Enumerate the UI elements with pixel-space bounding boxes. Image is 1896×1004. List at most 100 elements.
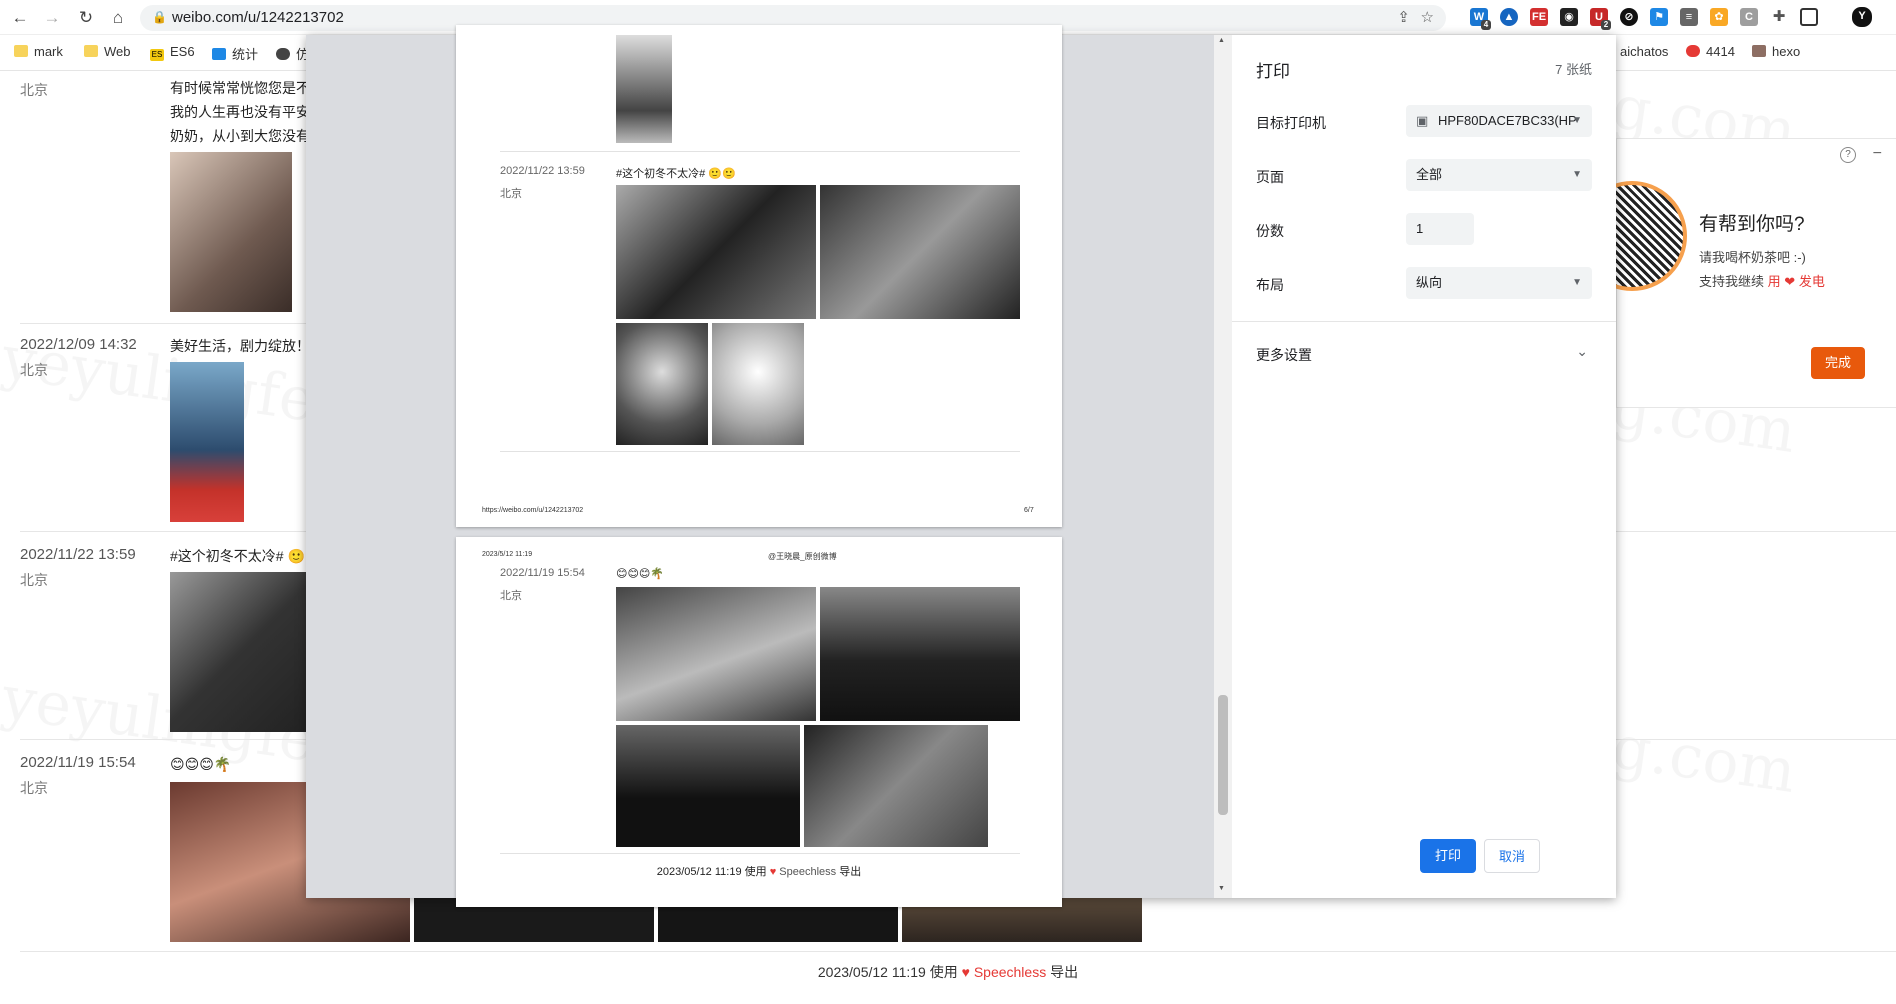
puzzle-icon[interactable]: ✚ (1770, 8, 1788, 26)
bookmark-mark[interactable]: mark (14, 44, 63, 59)
post-text: 美好生活，剧力绽放！ (170, 338, 310, 354)
post-date: 2022/11/22 13:59 (20, 546, 136, 563)
copies-label: 份数 (1256, 223, 1284, 239)
bookmark-aichatos[interactable]: aichatos (1620, 44, 1668, 59)
balloon-icon (1686, 45, 1700, 57)
page-url: https://weibo.com/u/1242213702 (482, 507, 584, 514)
back-icon[interactable]: ← (8, 7, 32, 29)
page-header-date: 2023/5/12 11:19 (482, 551, 533, 558)
export-footer: 2023/05/12 11:19 使用 ♥ Speechless 导出 (656, 866, 862, 878)
scrollbar-thumb[interactable] (1218, 695, 1228, 815)
heart-icon: ♥ (769, 866, 777, 878)
post-location: 北京 (20, 572, 48, 588)
page-header-title: @王晓晨_原创微博 (768, 552, 837, 561)
extension-icon[interactable]: FE (1530, 8, 1548, 26)
page-number: 6/7 (1024, 507, 1034, 514)
print-settings-panel: 打印 7 张纸 目标打印机 ▣ HPF80DACE7BC33(HP ▼ 页面 全… (1232, 35, 1616, 898)
divider (500, 151, 1020, 152)
extension-icon[interactable]: C (1740, 8, 1758, 26)
done-button[interactable]: 完成 (1811, 347, 1865, 379)
pages-select[interactable]: 全部 ▼ (1406, 159, 1592, 191)
help-card-line1: 请我喝杯奶茶吧 :-) (1699, 250, 1806, 265)
post-date: 2022/11/19 15:54 (20, 754, 136, 771)
lock-icon: 🔒 (152, 10, 167, 24)
post-location: 北京 (20, 780, 48, 796)
bookmark-stats[interactable]: 统计 (212, 44, 258, 63)
extension-icon[interactable]: ⊘ (1620, 8, 1638, 26)
copies-input[interactable]: 1 (1406, 213, 1474, 245)
extension-icon[interactable]: ▲ (1500, 8, 1518, 26)
print-preview: 2022/11/22 13:59 北京 #这个初冬不太冷# 🙂🙂 https:/… (306, 25, 1214, 907)
export-footer: 2023/05/12 11:19 使用 ♥ Speechless 导出 (817, 964, 1079, 980)
post-text: 😊😊😊🌴 (616, 568, 665, 580)
post-location: 北京 (20, 362, 48, 378)
home-icon[interactable]: ⌂ (106, 7, 130, 29)
more-settings-toggle[interactable]: 更多设置 (1256, 345, 1312, 365)
print-dialog: 2022/11/22 13:59 北京 #这个初冬不太冷# 🙂🙂 https:/… (306, 25, 1616, 907)
preview-page: 2022/11/22 13:59 北京 #这个初冬不太冷# 🙂🙂 https:/… (456, 25, 1062, 527)
bookmark-es6[interactable]: ES ES6 (150, 44, 195, 61)
preview-photo (616, 185, 816, 319)
hexo-icon (1752, 45, 1766, 57)
destination-label: 目标打印机 (1256, 115, 1326, 131)
stats-icon (212, 48, 226, 60)
help-card-title: 有帮到你吗? (1699, 214, 1805, 235)
help-icon[interactable]: ? (1840, 147, 1856, 163)
post-photo[interactable] (170, 362, 244, 522)
bookmark-other[interactable]: 仿 (276, 44, 309, 63)
preview-photo (616, 725, 800, 847)
scroll-up-icon[interactable]: ▲ (1218, 37, 1225, 44)
extension-badge: 4 (1481, 20, 1491, 30)
printer-icon: ▣ (1416, 113, 1429, 128)
destination-select[interactable]: ▣ HPF80DACE7BC33(HP ▼ (1406, 105, 1592, 137)
post-location: 北京 (500, 188, 522, 200)
post-text: 😊😊😊🌴 (170, 756, 232, 772)
post-photo[interactable] (170, 572, 310, 732)
folder-icon (84, 45, 98, 57)
help-card-line2: 支持我继续 用 ❤ 发电 (1699, 274, 1825, 289)
layout-select[interactable]: 纵向 ▼ (1406, 267, 1592, 299)
print-title: 打印 (1256, 62, 1290, 81)
chevron-down-icon: ▼ (1572, 169, 1582, 180)
post-location: 北京 (20, 82, 48, 98)
post-date: 2022/11/19 15:54 (500, 567, 585, 579)
sidebar-icon[interactable] (1800, 8, 1818, 26)
reload-icon[interactable]: ↻ (74, 7, 98, 29)
preview-photo (616, 587, 816, 721)
post-photo[interactable] (170, 152, 292, 312)
forward-icon[interactable]: → (40, 7, 64, 29)
heart-icon: ❤ (1784, 274, 1796, 289)
share-icon[interactable]: ⇪ (1397, 8, 1410, 26)
post-location: 北京 (500, 590, 522, 602)
ghost-icon (276, 48, 290, 60)
bookmark-hexo[interactable]: hexo (1752, 44, 1800, 59)
url-text[interactable]: weibo.com/u/1242213702 (172, 9, 344, 26)
bookmark-4414[interactable]: 4414 (1686, 44, 1735, 59)
extension-icon[interactable]: ⚑ (1650, 8, 1668, 26)
profile-avatar[interactable]: Y (1852, 7, 1872, 27)
bookmark-web[interactable]: Web (84, 44, 131, 59)
preview-scrollbar[interactable]: ▲ ▼ (1214, 35, 1232, 898)
post-date: 2022/11/22 13:59 (500, 165, 585, 177)
preview-photo (820, 587, 1020, 721)
extension-icon[interactable]: ◉ (1560, 8, 1578, 26)
divider (1232, 321, 1616, 322)
speechless-link[interactable]: Speechless (974, 964, 1046, 980)
heart-icon: ♥ (961, 964, 970, 980)
extension-icon[interactable]: ≡ (1680, 8, 1698, 26)
divider (500, 451, 1020, 452)
scroll-down-icon[interactable]: ▼ (1218, 885, 1225, 892)
extension-icon[interactable]: ✿ (1710, 8, 1728, 26)
minimize-icon[interactable]: − (1873, 145, 1882, 163)
preview-photo (712, 323, 804, 445)
chevron-down-icon: ▼ (1572, 277, 1582, 288)
preview-photo (804, 725, 988, 847)
divider (500, 853, 1020, 854)
star-icon[interactable]: ☆ (1421, 8, 1434, 26)
cancel-button[interactable]: 取消 (1484, 839, 1540, 873)
es-icon: ES (150, 49, 164, 61)
chevron-down-icon[interactable]: ⌄ (1576, 343, 1588, 360)
preview-page: 2023/5/12 11:19 @王晓晨_原创微博 2022/11/19 15:… (456, 537, 1062, 907)
print-button[interactable]: 打印 (1420, 839, 1476, 873)
support-card: ? − 有帮到你吗? 请我喝杯奶茶吧 :-) 支持我继续 用 ❤ 发电 完成 (1577, 138, 1896, 408)
